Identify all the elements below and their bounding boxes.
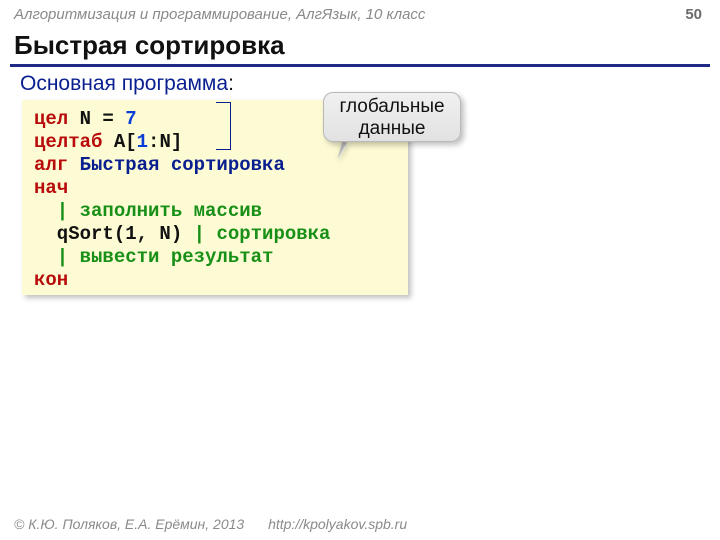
callout-line1: глобальные [339, 96, 444, 117]
footer-copyright: © К.Ю. Поляков, Е.А. Ерёмин, 2013 [14, 516, 244, 532]
number-literal: 7 [125, 108, 136, 130]
grouping-bracket [216, 102, 231, 150]
slide: Алгоритмизация и программирование, АлгЯз… [0, 0, 720, 540]
comment: | заполнить массив [34, 200, 262, 222]
code-text: :N] [148, 131, 182, 153]
kw-tseltab: целтаб [34, 131, 102, 153]
alg-name: Быстрая сортировка [80, 154, 285, 176]
comment: | вывести результат [34, 246, 273, 268]
title-underline [10, 64, 710, 67]
code-text: N [68, 108, 91, 130]
kw-nach: нач [34, 177, 68, 199]
subtitle-text: Основная программа [20, 72, 228, 95]
code-call: qSort(1, N) [34, 223, 194, 245]
page-number: 50 [685, 6, 702, 23]
code-text: = [91, 108, 125, 130]
comment: | сортировка [194, 223, 331, 245]
breadcrumb: Алгоритмизация и программирование, АлгЯз… [14, 6, 425, 23]
footer-url: http://kpolyakov.spb.ru [268, 516, 407, 532]
callout-box: глобальные данные [323, 92, 461, 142]
kw-tsel: цел [34, 108, 68, 130]
callout-line2: данные [359, 118, 426, 139]
subtitle-colon: : [228, 72, 234, 95]
kw-kon: кон [34, 269, 68, 291]
number-literal: 1 [137, 131, 148, 153]
section-subtitle: Основная программа: [20, 72, 234, 96]
code-text: A[ [102, 131, 136, 153]
kw-alg: алг [34, 154, 80, 176]
footer: © К.Ю. Поляков, Е.А. Ерёмин, 2013 http:/… [14, 516, 407, 532]
page-title: Быстрая сортировка [14, 30, 285, 61]
